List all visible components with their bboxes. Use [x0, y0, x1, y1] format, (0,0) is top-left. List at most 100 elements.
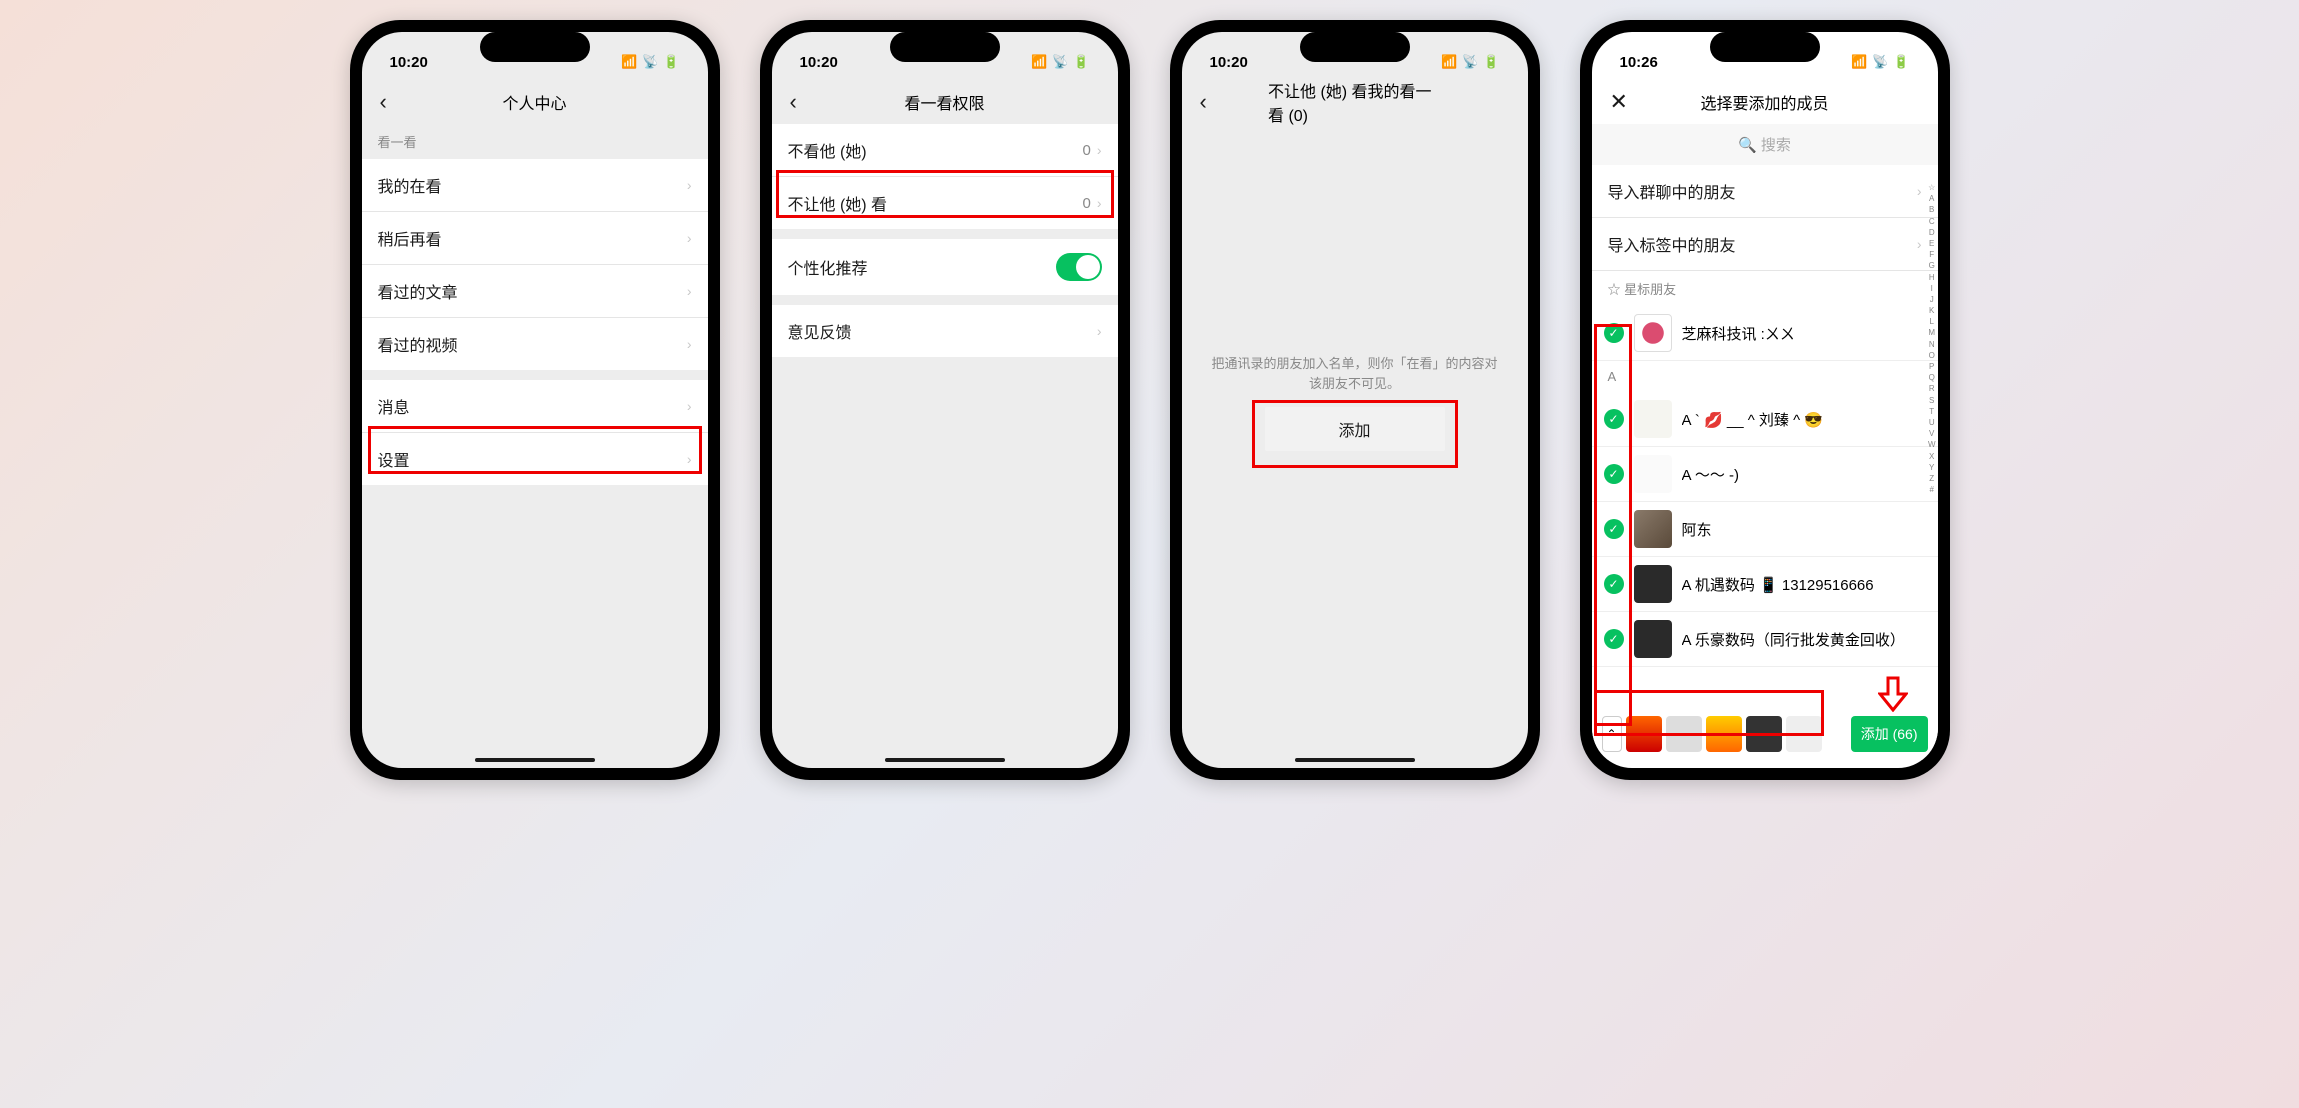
signal-icon: 📶 — [1851, 54, 1867, 70]
notch — [890, 32, 1000, 62]
check-icon[interactable]: ✓ — [1604, 323, 1624, 343]
nav-bar: ‹ 看一看权限 — [772, 80, 1118, 124]
cell-messages[interactable]: 消息 › — [362, 380, 708, 433]
cell-read-articles[interactable]: 看过的文章 › — [362, 265, 708, 318]
avatar — [1634, 565, 1672, 603]
nav-bar: ‹ 个人中心 — [362, 80, 708, 124]
confirm-add-button[interactable]: 添加 (66) — [1851, 716, 1928, 752]
cell-later[interactable]: 稍后再看 › — [362, 212, 708, 265]
check-icon[interactable]: ✓ — [1604, 519, 1624, 539]
chevron-right-icon: › — [1917, 183, 1922, 199]
back-button[interactable]: ‹ — [784, 83, 803, 121]
battery-icon: 🔋 — [663, 54, 679, 70]
cell-not-see-them[interactable]: 不看他 (她) 0 › — [772, 124, 1118, 177]
home-indicator[interactable] — [475, 758, 595, 762]
add-button[interactable]: 添加 — [1265, 407, 1445, 451]
switch-toggle[interactable] — [1056, 253, 1102, 281]
back-button[interactable]: ‹ — [1194, 83, 1213, 121]
status-icons: 📶 📡 🔋 — [1031, 54, 1090, 70]
mini-avatar[interactable] — [1786, 716, 1822, 752]
mini-avatar[interactable] — [1666, 716, 1702, 752]
status-icons: 📶 📡 🔋 — [1851, 54, 1910, 70]
hint-text: 把通讯录的朋友加入名单，则你「在看」的内容对该朋友不可见。 — [1182, 354, 1528, 393]
cell-group-1: 我的在看 › 稍后再看 › 看过的文章 › 看过的视频 › — [362, 159, 708, 370]
cell-my-reads[interactable]: 我的在看 › — [362, 159, 708, 212]
nav-title: 不让他 (她) 看我的看一看 (0) — [1268, 78, 1441, 126]
contact-item[interactable]: ✓ A ` 💋 __ ^ 刘臻 ^ 😎 — [1592, 392, 1938, 447]
cell-settings[interactable]: 设置 › — [362, 433, 708, 485]
phone-frame-3: 10:20 📶 📡 🔋 ‹ 不让他 (她) 看我的看一看 (0) 把通讯录的朋友… — [1170, 20, 1540, 780]
mini-avatar[interactable] — [1746, 716, 1782, 752]
check-icon[interactable]: ✓ — [1604, 574, 1624, 594]
check-icon[interactable]: ✓ — [1604, 629, 1624, 649]
red-arrow-icon — [1878, 676, 1908, 712]
chevron-right-icon: › — [687, 398, 692, 414]
battery-icon: 🔋 — [1483, 54, 1499, 70]
cell-group-rec: 个性化推荐 — [772, 239, 1118, 295]
wifi-icon: 📡 — [1872, 54, 1888, 70]
home-indicator[interactable] — [1295, 758, 1415, 762]
screen-2: 10:20 📶 📡 🔋 ‹ 看一看权限 不看他 (她) 0 › 不让他 (她) … — [772, 32, 1118, 768]
battery-icon: 🔋 — [1893, 54, 1909, 70]
bottom-selected-bar: ⌃ 添加 (66) — [1592, 708, 1938, 760]
avatar — [1634, 510, 1672, 548]
notch — [1300, 32, 1410, 62]
status-time: 10:20 — [1210, 54, 1248, 71]
contact-item[interactable]: ✓ A 机遇数码 📱 13129516666 — [1592, 557, 1938, 612]
check-icon[interactable]: ✓ — [1604, 409, 1624, 429]
avatar — [1634, 455, 1672, 493]
cell-group-feedback: 意见反馈 › — [772, 305, 1118, 357]
battery-icon: 🔋 — [1073, 54, 1089, 70]
avatar — [1634, 400, 1672, 438]
screen-3: 10:20 📶 📡 🔋 ‹ 不让他 (她) 看我的看一看 (0) 把通讯录的朋友… — [1182, 32, 1528, 768]
search-input[interactable]: 🔍 搜索 — [1592, 124, 1938, 165]
phone-frame-4: 10:26 📶 📡 🔋 ✕ 选择要添加的成员 🔍 搜索 导入群聊中的朋友 › 导… — [1580, 20, 1950, 780]
contact-item[interactable]: ✓ A 乐豪数码（同行批发黄金回收） — [1592, 612, 1938, 667]
cell-group-privacy: 不看他 (她) 0 › 不让他 (她) 看 0 › — [772, 124, 1118, 229]
chevron-right-icon: › — [1097, 323, 1102, 339]
cell-personalized-rec[interactable]: 个性化推荐 — [772, 239, 1118, 295]
cell-hide-from-them[interactable]: 不让他 (她) 看 0 › — [772, 177, 1118, 229]
wifi-icon: 📡 — [1462, 54, 1478, 70]
chevron-right-icon: › — [1097, 142, 1102, 158]
cell-group-2: 消息 › 设置 › — [362, 380, 708, 485]
chevron-right-icon: › — [1097, 195, 1102, 211]
notch — [480, 32, 590, 62]
screen-4: 10:26 📶 📡 🔋 ✕ 选择要添加的成员 🔍 搜索 导入群聊中的朋友 › 导… — [1592, 32, 1938, 768]
cell-feedback[interactable]: 意见反馈 › — [772, 305, 1118, 357]
nav-bar: ‹ 不让他 (她) 看我的看一看 (0) — [1182, 80, 1528, 124]
signal-icon: 📶 — [1031, 54, 1047, 70]
phone-frame-1: 10:20 📶 📡 🔋 ‹ 个人中心 看一看 我的在看 › 稍后再看 › 看过的… — [350, 20, 720, 780]
notch — [1710, 32, 1820, 62]
chevron-right-icon: › — [687, 230, 692, 246]
phone-frame-2: 10:20 📶 📡 🔋 ‹ 看一看权限 不看他 (她) 0 › 不让他 (她) … — [760, 20, 1130, 780]
chevron-right-icon: › — [687, 177, 692, 193]
cell-watched-videos[interactable]: 看过的视频 › — [362, 318, 708, 370]
check-icon[interactable]: ✓ — [1604, 464, 1624, 484]
chevron-right-icon: › — [687, 336, 692, 352]
nav-title: 选择要添加的成员 — [1700, 90, 1828, 114]
search-icon: 🔍 — [1738, 137, 1757, 154]
index-bar[interactable]: ☆ABCDEFGHIJKLMNOPQRSTUVWXYZ# — [1928, 182, 1936, 495]
nav-title: 看一看权限 — [904, 90, 984, 114]
section-star: ☆ 星标朋友 — [1592, 271, 1938, 306]
avatar — [1634, 314, 1672, 352]
contact-item[interactable]: ✓ A ～～ -) — [1592, 447, 1938, 502]
cell-import-group[interactable]: 导入群聊中的朋友 › — [1592, 165, 1938, 218]
close-button[interactable]: ✕ — [1604, 83, 1634, 121]
status-icons: 📶 📡 🔋 — [1441, 54, 1500, 70]
signal-icon: 📶 — [1441, 54, 1457, 70]
chevron-right-icon: › — [687, 451, 692, 467]
wifi-icon: 📡 — [1052, 54, 1068, 70]
status-time: 10:20 — [800, 54, 838, 71]
cell-import-tag[interactable]: 导入标签中的朋友 › — [1592, 218, 1938, 271]
mini-avatar[interactable] — [1626, 716, 1662, 752]
collapse-button[interactable]: ⌃ — [1602, 716, 1622, 752]
contact-item[interactable]: ✓ 芝麻科技讯 :ㄨㄨ — [1592, 306, 1938, 361]
status-time: 10:20 — [390, 54, 428, 71]
mini-avatar[interactable] — [1706, 716, 1742, 752]
contact-item[interactable]: ✓ 阿东 — [1592, 502, 1938, 557]
chevron-right-icon: › — [1917, 236, 1922, 252]
home-indicator[interactable] — [885, 758, 1005, 762]
back-button[interactable]: ‹ — [374, 83, 393, 121]
